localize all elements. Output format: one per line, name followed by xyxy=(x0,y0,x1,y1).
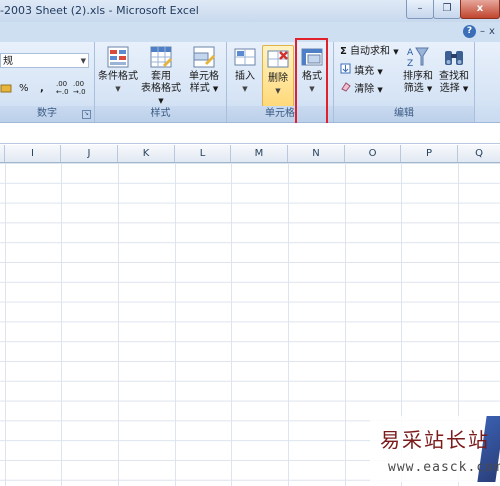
formula-bar[interactable] xyxy=(0,123,500,144)
number-group: 规 ▼ % , .00 ←.0 .00 →.0 数字 ↘ xyxy=(0,42,95,122)
number-format-combo[interactable]: 规 ▼ xyxy=(0,53,89,68)
svg-text:A: A xyxy=(407,48,414,58)
table-format-label-1: 套用 xyxy=(151,71,171,82)
grid-line xyxy=(288,163,289,486)
chevron-down-icon: ▼ xyxy=(158,97,164,105)
delete-cells-icon xyxy=(267,50,289,68)
grid-line xyxy=(345,163,346,486)
watermark-url: www.easck.com xyxy=(388,460,500,475)
editing-group-label: 编辑 xyxy=(334,106,474,122)
conditional-format-label: 条件格式 xyxy=(98,71,138,82)
sort-filter-label-1: 排序和 xyxy=(403,71,433,82)
number-format-value: 规 xyxy=(3,56,13,67)
percent-button[interactable]: % xyxy=(19,82,29,96)
format-as-table-button[interactable]: 套用 表格格式 ▼ xyxy=(139,44,183,107)
grid-line xyxy=(175,163,176,486)
column-header-q[interactable]: Q xyxy=(458,145,500,162)
chevron-down-icon: ▼ xyxy=(426,85,433,93)
chevron-down-icon: ▼ xyxy=(80,57,86,65)
grid-line xyxy=(61,163,62,486)
minimize-button[interactable]: – xyxy=(406,0,434,19)
fill-down-icon xyxy=(340,63,351,74)
site-watermark: 易采站长站 www.easck.com xyxy=(370,416,500,482)
styles-group: 条件格式 ▼ 套用 表格格式 ▼ 单元格 样式 ▼ 样式 xyxy=(95,42,227,122)
column-header-m[interactable]: M xyxy=(231,145,288,162)
column-header-n[interactable]: N xyxy=(288,145,345,162)
delete-button[interactable]: 删除 ▼ xyxy=(262,45,294,107)
insert-label: 插入 xyxy=(235,71,255,82)
cell-styles-label-1: 单元格 xyxy=(189,71,219,82)
chevron-down-icon: ▼ xyxy=(212,85,219,93)
delete-label: 删除 xyxy=(268,73,288,84)
title-bar: -2003 Sheet (2).xls - Microsoft Excel – … xyxy=(0,0,500,23)
mdi-minimize-button[interactable]: – xyxy=(480,26,485,37)
column-header-k[interactable]: K xyxy=(118,145,175,162)
cell-styles-icon xyxy=(193,46,215,68)
svg-text:Z: Z xyxy=(407,59,413,69)
editing-group: Σ 自动求和 ▼ 填充 ▼ 清除 ▼ A Z 排序和 筛选 ▼ 查找和 选择 ▼… xyxy=(334,42,475,122)
autosum-label: 自动求和 xyxy=(350,46,391,57)
sort-filter-icon: A Z xyxy=(407,47,429,69)
ribbon-home: 规 ▼ % , .00 ←.0 .00 →.0 数字 ↘ 条件格式 ▼ 套用 表… xyxy=(0,42,500,123)
column-header-i[interactable]: I xyxy=(5,145,61,162)
column-header-row: I J K L M N O P Q xyxy=(0,145,500,163)
chevron-down-icon: ▼ xyxy=(242,85,248,93)
chevron-down-icon: ▼ xyxy=(275,87,281,95)
insert-cells-icon xyxy=(234,48,256,66)
find-select-label-2: 选择 xyxy=(439,83,460,94)
chevron-down-icon: ▼ xyxy=(462,85,469,93)
format-as-table-icon xyxy=(150,46,172,68)
help-icon[interactable]: ? xyxy=(463,25,476,38)
autosum-button[interactable]: Σ 自动求和 ▼ xyxy=(340,45,399,59)
table-format-label-2: 表格格式 xyxy=(141,83,181,94)
column-header-l[interactable]: L xyxy=(175,145,231,162)
find-select-label-1: 查找和 xyxy=(439,71,469,82)
clear-button[interactable]: 清除 ▼ xyxy=(340,81,383,97)
mdi-close-button[interactable]: x xyxy=(489,26,495,37)
conditional-format-button[interactable]: 条件格式 ▼ xyxy=(97,44,139,95)
comma-button[interactable]: , xyxy=(40,82,44,96)
chevron-down-icon: ▼ xyxy=(393,48,399,56)
chevron-down-icon: ▼ xyxy=(377,68,383,76)
binoculars-icon xyxy=(445,51,463,65)
restore-button[interactable]: ❐ xyxy=(433,0,461,19)
sigma-icon: Σ xyxy=(340,46,347,57)
chevron-down-icon: ▼ xyxy=(115,85,121,93)
sort-filter-label-2: 筛选 xyxy=(403,83,424,94)
increase-decimal-button[interactable]: .00 ←.0 xyxy=(56,80,71,96)
accounting-format-button[interactable] xyxy=(0,82,12,99)
window-title: -2003 Sheet (2).xls - Microsoft Excel xyxy=(0,4,199,17)
grid-line xyxy=(231,163,232,486)
fill-button[interactable]: 填充 ▼ xyxy=(340,63,383,79)
column-header-p[interactable]: P xyxy=(401,145,458,162)
cell-styles-button[interactable]: 单元格 样式 ▼ xyxy=(183,44,225,95)
fill-label: 填充 xyxy=(354,66,375,77)
styles-group-label: 样式 xyxy=(95,106,226,122)
currency-icon xyxy=(0,84,12,93)
find-select-button[interactable]: 查找和 选择 ▼ xyxy=(436,44,472,95)
decrease-decimal-button[interactable]: .00 →.0 xyxy=(73,80,88,96)
grid-line xyxy=(5,163,6,486)
column-header-j[interactable]: J xyxy=(61,145,118,162)
ribbon-tab-strip: ? – x xyxy=(0,22,500,42)
insert-button[interactable]: 插入 ▼ xyxy=(230,44,260,95)
number-dialog-launcher-icon[interactable]: ↘ xyxy=(82,110,91,119)
watermark-chinese-text: 易采站长站 xyxy=(380,428,490,452)
grid-line xyxy=(118,163,119,486)
number-group-label: 数字 xyxy=(0,106,94,122)
conditional-format-icon xyxy=(107,46,129,68)
close-button[interactable]: x xyxy=(460,0,500,19)
clear-label: 清除 xyxy=(354,84,375,95)
cell-styles-label-2: 样式 xyxy=(189,83,210,94)
eraser-icon xyxy=(341,82,351,92)
column-header-o[interactable]: O xyxy=(345,145,401,162)
sort-filter-button[interactable]: A Z 排序和 筛选 ▼ xyxy=(400,44,436,95)
chevron-down-icon: ▼ xyxy=(377,86,383,94)
